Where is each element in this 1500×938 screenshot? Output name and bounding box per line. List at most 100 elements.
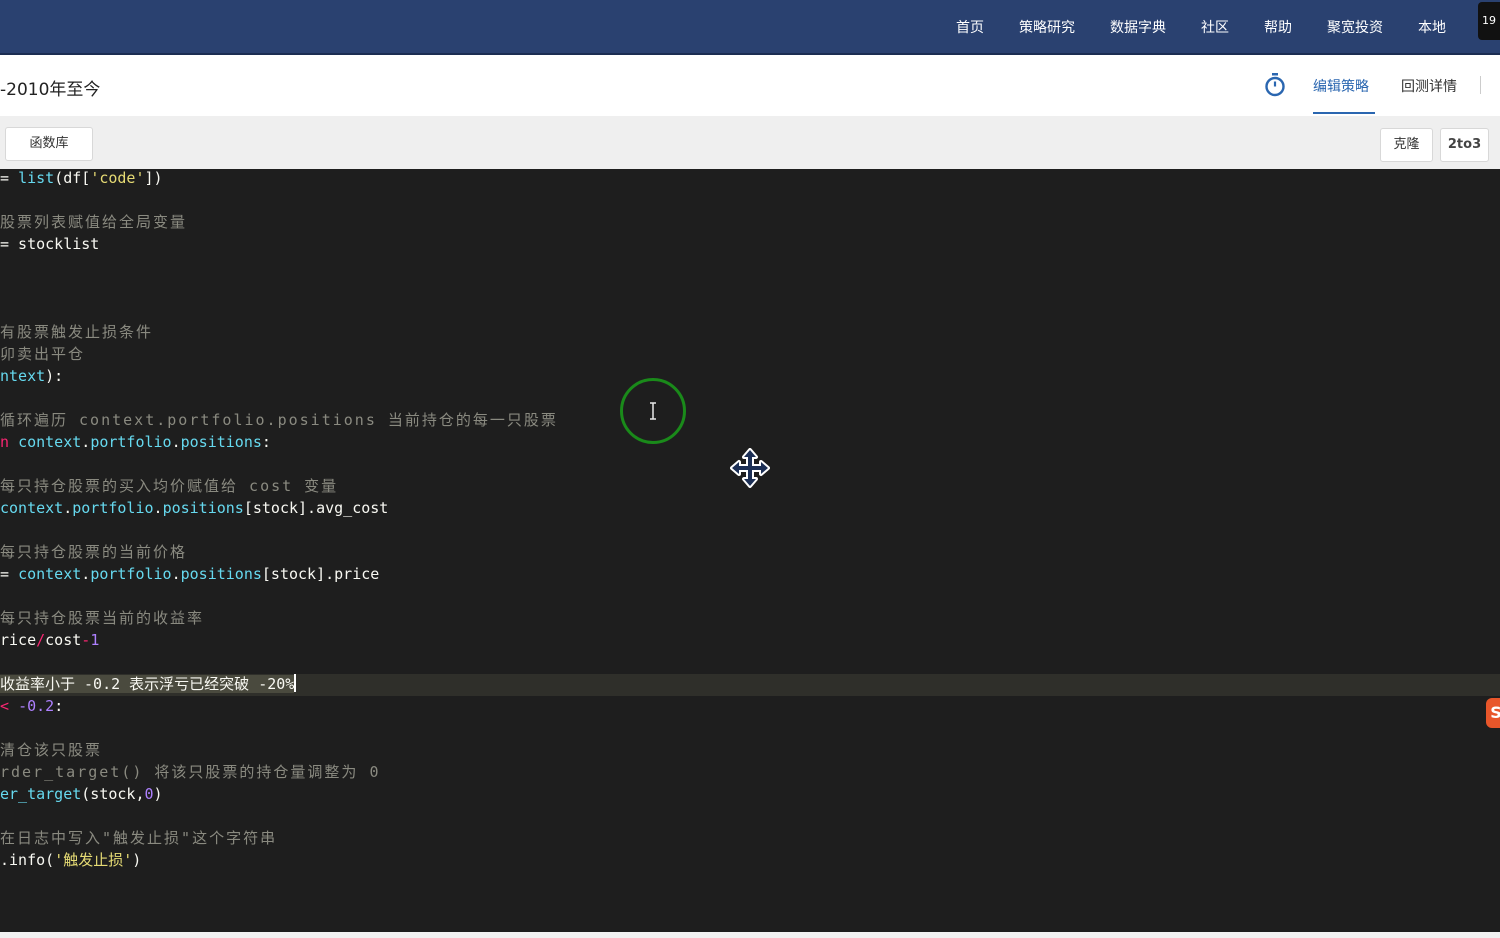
code-line[interactable]: ntext): [0, 365, 63, 387]
code-token: positions [162, 499, 244, 517]
nav-item-joinquant-invest[interactable]: 聚宽投资 [1327, 17, 1383, 37]
code-line[interactable]: 收益率小于 -0.2 表示浮亏已经突破 -20% [0, 673, 297, 695]
code-token: . [171, 565, 181, 583]
code-line[interactable]: rder_target() 将该只股票的持仓量调整为 0 [0, 761, 381, 783]
code-token: portfolio [90, 565, 172, 583]
code-line[interactable]: 每只持仓股票的当前价格 [0, 541, 187, 563]
code-token: rder_target() 将该只股票的持仓量调整为 0 [0, 763, 381, 781]
code-line[interactable]: 每只持仓股票的买入均价赋值给 cost 变量 [0, 475, 338, 497]
code-token: '触发止损' [54, 851, 133, 869]
tab-edit-strategy[interactable]: 编辑策略 [1313, 76, 1369, 96]
code-line[interactable]: er_target(stock,0) [0, 783, 163, 805]
side-float-badge[interactable]: S [1486, 698, 1500, 728]
code-token: = [0, 169, 19, 187]
function-library-button[interactable]: 函数库 [5, 127, 93, 161]
code-token: . [153, 499, 163, 517]
code-line[interactable]: = stocklist [0, 233, 99, 255]
nav-item-local[interactable]: 本地 [1418, 17, 1446, 37]
code-token: ) [153, 785, 163, 803]
nav-item-data-dictionary[interactable]: 数据字典 [1110, 17, 1166, 37]
clone-button[interactable]: 克隆 [1380, 128, 1433, 162]
code-token: < [0, 697, 10, 715]
nav-item-community[interactable]: 社区 [1201, 17, 1229, 37]
code-token: positions [180, 565, 262, 583]
code-token: [stock].avg_cost [243, 499, 389, 517]
code-line[interactable]: rice/cost-1 [0, 629, 99, 651]
code-token: .info( [0, 851, 55, 869]
code-token: . [171, 433, 181, 451]
code-token: . [81, 433, 91, 451]
code-line[interactable]: .info('触发止损') [0, 849, 141, 871]
code-token: 股票列表赋值给全局变量 [0, 213, 188, 231]
code-token: ) [132, 851, 142, 869]
strategy-title: -2010年至今 [0, 80, 101, 100]
tab-backtest-details[interactable]: 回测详情 [1401, 76, 1457, 96]
code-token: context [18, 565, 82, 583]
code-token: 卯卖出平仓 [0, 345, 86, 363]
code-line[interactable]: < -0.2: [0, 695, 63, 717]
code-token: portfolio [72, 499, 154, 517]
code-line[interactable]: 循环遍历 context.portfolio.positions 当前持仓的每一… [0, 409, 558, 431]
code-token: . [81, 565, 91, 583]
code-token: 在日志中写入"触发止损"这个字符串 [0, 829, 278, 847]
code-token: 收益率小于 -0.2 表示浮亏已经突破 -20% [0, 675, 295, 693]
code-token: rice [0, 631, 37, 649]
code-token: 清仓该只股票 [0, 741, 103, 759]
code-token: 每只持仓股票的当前价格 [0, 543, 188, 561]
code-line[interactable]: 在日志中写入"触发止损"这个字符串 [0, 827, 277, 849]
code-token: ntext [0, 367, 46, 385]
code-token: cost [45, 631, 82, 649]
code-token: = stocklist [0, 235, 100, 253]
code-line[interactable]: context.portfolio.positions[stock].avg_c… [0, 497, 388, 519]
code-line[interactable]: n context.portfolio.positions: [0, 431, 271, 453]
code-token: -0.2 [18, 697, 55, 715]
code-token: (stock, [81, 785, 145, 803]
code-token: 0 [144, 785, 154, 803]
convert-2to3-button[interactable]: 2to3 [1440, 128, 1489, 162]
code-line[interactable]: = list(df['code']) [0, 169, 163, 189]
top-navigation-bar: 首页 策略研究 数据字典 社区 帮助 聚宽投资 本地 19 [0, 0, 1500, 55]
code-token: 每只持仓股票当前的收益率 [0, 609, 205, 627]
editor-toolbar [0, 116, 1500, 170]
code-token: list [18, 169, 55, 187]
active-tab-indicator [1313, 112, 1375, 114]
code-token: : [54, 697, 64, 715]
code-token: (df[ [54, 169, 91, 187]
corner-badge[interactable]: 19 [1478, 2, 1500, 40]
text-cursor-icon [650, 402, 656, 420]
code-line[interactable]: 每只持仓股票当前的收益率 [0, 607, 204, 629]
code-line[interactable]: 清仓该只股票 [0, 739, 102, 761]
code-token: er_target [0, 785, 82, 803]
code-token: context [18, 433, 82, 451]
code-token: 1 [90, 631, 100, 649]
code-line[interactable]: 有股票触发止损条件 [0, 321, 153, 343]
nav-item-strategy-research[interactable]: 策略研究 [1019, 17, 1075, 37]
code-token: ]) [144, 169, 163, 187]
code-token: 循环遍历 context.portfolio.positions 当前持仓的每一… [0, 411, 558, 429]
code-line[interactable]: 卯卖出平仓 [0, 343, 85, 365]
code-token: positions [180, 433, 262, 451]
code-token: - [81, 631, 91, 649]
code-token: . [63, 499, 73, 517]
text-caret [294, 674, 297, 692]
code-token: [stock].price [261, 565, 380, 583]
bottom-status-bar [0, 932, 1500, 938]
code-token: ): [45, 367, 64, 385]
code-line[interactable]: 股票列表赋值给全局变量 [0, 211, 187, 233]
code-token: context [0, 499, 64, 517]
nav-item-home[interactable]: 首页 [956, 17, 984, 37]
code-token: portfolio [90, 433, 172, 451]
code-token: 有股票触发止损条件 [0, 323, 154, 341]
nav-menu: 首页 策略研究 数据字典 社区 帮助 聚宽投资 本地 [956, 0, 1446, 53]
code-token: : [261, 433, 271, 451]
timer-icon[interactable] [1264, 73, 1286, 97]
code-token: 'code' [90, 169, 145, 187]
nav-item-help[interactable]: 帮助 [1264, 17, 1292, 37]
code-token: / [36, 631, 46, 649]
code-token: 每只持仓股票的买入均价赋值给 cost 变量 [0, 477, 339, 495]
code-line[interactable]: = context.portfolio.positions[stock].pri… [0, 563, 379, 585]
code-token: n [0, 433, 10, 451]
code-editor[interactable]: = list(df['code']) 股票列表赋值给全局变量 = stocklist… [0, 169, 1500, 932]
